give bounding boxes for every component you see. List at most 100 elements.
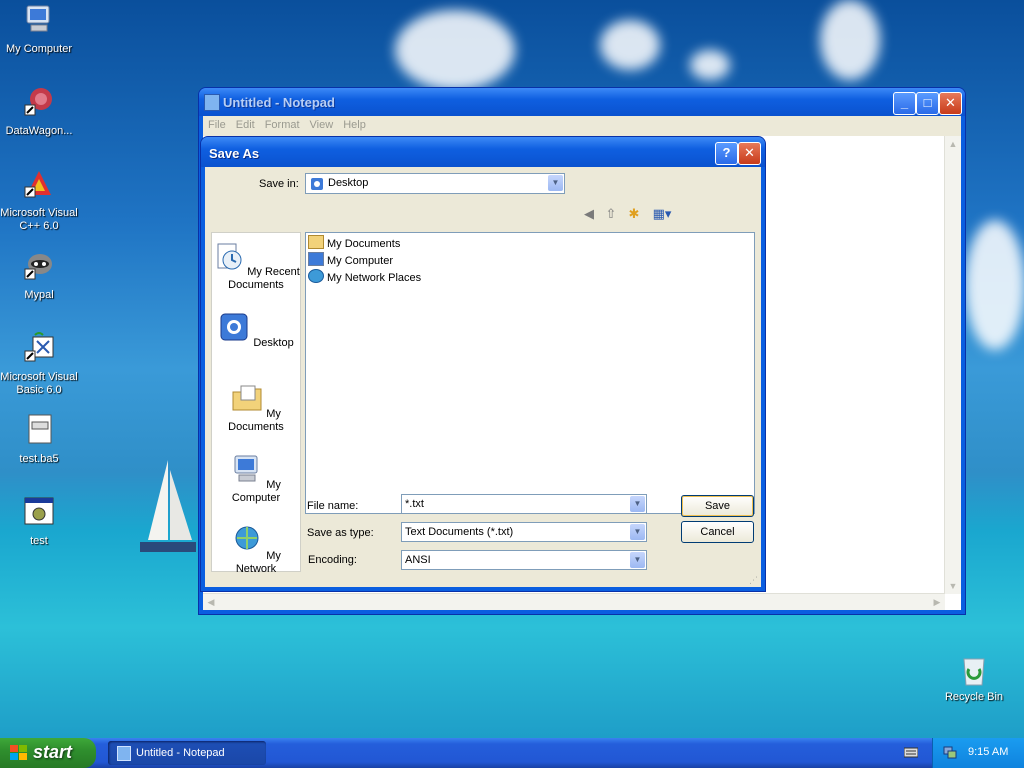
desktop-icon-recycle-bin[interactable]: Recycle Bin [938,655,1010,703]
mypal-icon [24,254,52,280]
chevron-down-icon[interactable]: ▼ [630,496,645,512]
help-button[interactable]: ? [715,142,738,165]
visual-cpp-icon [24,171,51,198]
desktop-icon-label: Mypal [24,289,54,301]
list-item-label: My Computer [327,255,394,267]
horizontal-scrollbar[interactable]: ◀ ▶ [203,593,945,610]
notepad-icon [117,746,131,761]
encoding-select[interactable]: ANSI ▼ [401,550,647,570]
network-icon [235,526,259,550]
application-icon [24,497,54,525]
datawagon-icon [24,88,52,116]
sailboat-image [140,460,196,552]
desktop-icon [220,313,248,341]
desktop-icon-visual-basic[interactable]: Microsoft Visual Basic 6.0 [0,331,79,397]
maximize-button[interactable]: □ [916,92,939,115]
desktop-icon-label: Recycle Bin [944,691,1004,703]
resize-grip-icon[interactable]: ⋰ [749,575,759,585]
list-item[interactable]: My Network Places [308,269,421,285]
start-button[interactable]: start [0,738,96,768]
folder-icon [232,385,262,411]
start-label: start [33,742,73,762]
my-computer-icon [308,252,324,266]
back-icon[interactable]: ◀ [580,205,598,223]
file-list[interactable]: My Documents My Computer My Network Plac… [305,232,755,514]
menu-file[interactable]: File [203,116,231,134]
file-name-value: *.txt [405,498,424,510]
menu-help[interactable]: Help [338,116,371,134]
place-my-documents[interactable]: My Documents [212,382,300,434]
place-my-computer[interactable]: My Computer [212,453,300,505]
taskbar-item-notepad[interactable]: Untitled - Notepad [108,741,266,765]
place-my-network[interactable]: My Network [212,524,300,576]
dialog-close-button[interactable]: ✕ [738,142,761,165]
desktop-icon-datawagon[interactable]: DataWagon... [0,85,79,138]
save-as-dialog[interactable]: Save As ? ✕ Save in: Desktop ▼ ◀ ⇧ ✱ ▦▾ [201,137,765,591]
save-button[interactable]: Save [681,495,754,517]
network-status-icon[interactable] [943,745,957,759]
notepad-title-bar[interactable]: Untitled - Notepad _ □ ✕ [199,88,965,116]
desktop-icon-visual-cpp[interactable]: Microsoft Visual C++ 6.0 [0,167,79,233]
desktop-icon-label: test.ba5 [19,453,59,465]
taskbar-item-label: Untitled - Notepad [136,747,225,759]
system-tray: 9:15 AM [932,738,1024,768]
chevron-down-icon[interactable]: ▼ [630,552,645,568]
notepad-icon [204,94,220,111]
keyboard-icon[interactable] [904,746,918,758]
place-desktop[interactable]: Desktop [212,311,300,350]
place-my-recent-documents[interactable]: My Recent Documents [212,240,300,292]
my-computer-icon [26,5,50,32]
dialog-client-area: Save in: Desktop ▼ ◀ ⇧ ✱ ▦▾ My Recent Do… [205,167,761,587]
scroll-up-arrow-icon[interactable]: ▲ [946,137,960,151]
desktop-icon [311,178,323,190]
save-as-type-value: Text Documents (*.txt) [405,526,514,538]
save-as-title: Save As [209,146,260,161]
scroll-down-arrow-icon[interactable]: ▼ [946,579,960,593]
close-button[interactable]: ✕ [939,92,962,115]
file-name-field[interactable]: *.txt ▼ [401,494,647,514]
desktop-icon-label: test [30,535,48,547]
cloud [690,50,730,80]
save-as-type-select[interactable]: Text Documents (*.txt) ▼ [401,522,647,542]
save-in-combo[interactable]: Desktop ▼ [305,173,565,194]
vertical-scrollbar[interactable]: ▲ ▼ [944,136,961,594]
save-in-value: Desktop [328,177,369,189]
chevron-down-icon[interactable]: ▼ [548,175,563,191]
menu-format[interactable]: Format [260,116,305,134]
minimize-button[interactable]: _ [893,92,916,115]
document-icon [28,414,52,444]
scroll-right-arrow-icon[interactable]: ▶ [930,595,944,609]
place-label: Desktop [253,337,294,349]
clock[interactable]: 9:15 AM [968,746,1008,758]
list-item[interactable]: My Computer [308,252,393,268]
desktop: My Computer DataWagon... Microsoft Visua… [0,0,1024,738]
windows-logo-icon [10,745,27,760]
save-in-label: Save in: [259,178,299,190]
menu-view[interactable]: View [305,116,339,134]
desktop-icon-label: Microsoft Visual C++ 6.0 [0,207,78,232]
scroll-left-arrow-icon[interactable]: ◀ [204,595,218,609]
new-folder-icon[interactable]: ✱ [625,205,643,223]
cloud [965,220,1024,350]
cancel-button[interactable]: Cancel [681,521,754,543]
list-item[interactable]: My Documents [308,235,400,251]
chevron-down-icon[interactable]: ▼ [630,524,645,540]
menu-edit[interactable]: Edit [231,116,260,134]
cloud [600,20,660,70]
cloud [395,10,515,90]
views-menu-icon[interactable]: ▦▾ [649,205,675,223]
folder-icon [308,235,324,249]
up-folder-icon[interactable]: ⇧ [602,205,620,223]
notepad-title: Untitled - Notepad [223,95,335,110]
my-computer-icon [234,455,258,482]
desktop-icon-test-ba5[interactable]: test.ba5 [0,413,79,466]
desktop-icon-my-computer[interactable]: My Computer [0,3,79,56]
visual-basic-icon [24,332,54,362]
save-as-title-bar[interactable]: Save As ? ✕ [201,137,765,167]
desktop-icon-test[interactable]: test [0,495,79,548]
encoding-label: Encoding: [308,554,357,566]
cloud [820,0,880,80]
list-item-label: My Documents [327,238,401,250]
file-name-label: File name: [307,500,359,512]
desktop-icon-mypal[interactable]: Mypal [0,249,79,302]
